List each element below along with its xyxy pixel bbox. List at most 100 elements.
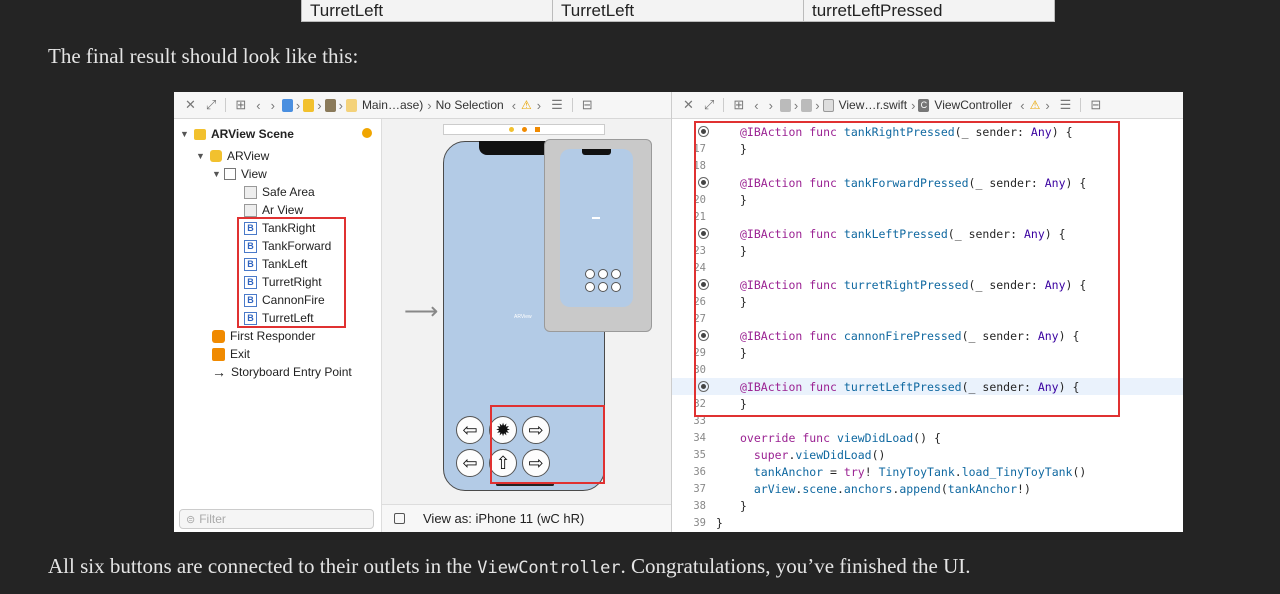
breadcrumb-class[interactable]: ViewController: [934, 98, 1012, 112]
line-number: 35: [693, 448, 706, 461]
sidebar-toggle-icon[interactable]: [394, 513, 405, 524]
swift-file-icon: [822, 98, 834, 112]
preview-label: [592, 217, 600, 219]
paragraph-text: All six buttons are connected to their o…: [48, 554, 478, 578]
outline-item-scene[interactable]: ▼ ARView Scene: [180, 125, 294, 143]
disclosure-triangle-icon[interactable]: ▼: [212, 169, 224, 179]
dock-view-controller-icon[interactable]: [508, 127, 514, 132]
split-editor-icon[interactable]: ⊟: [582, 97, 593, 113]
outline-item-entry-point[interactable]: → Storyboard Entry Point: [212, 363, 352, 381]
exit-icon: [212, 347, 225, 361]
preview-notch: [582, 149, 611, 155]
chevron-right-icon[interactable]: ›: [769, 98, 773, 113]
chevron-left-icon[interactable]: ‹: [754, 98, 758, 113]
highlight-box-actions: [694, 121, 1120, 417]
close-icon[interactable]: ✕: [185, 97, 196, 113]
outline-item-label: Ar View: [262, 203, 304, 217]
highlight-box-buttons: [237, 217, 346, 328]
outline-item-safe-area[interactable]: Safe Area: [244, 183, 315, 201]
minimap-icon[interactable]: ☰: [551, 97, 563, 113]
outline-item-first-responder[interactable]: First Responder: [212, 327, 315, 345]
preview-phone: [560, 149, 633, 307]
outline-item-label: View: [241, 167, 267, 181]
outline-item-view[interactable]: ▼ View: [212, 165, 267, 183]
minimap-icon[interactable]: ☰: [1060, 97, 1072, 113]
breadcrumb-selection[interactable]: No Selection: [436, 98, 504, 112]
chevron-left-icon[interactable]: ‹: [256, 98, 260, 113]
breadcrumb-file[interactable]: View…r.swift: [839, 98, 907, 112]
chevron-right-icon[interactable]: ›: [537, 98, 541, 113]
code-line[interactable]: 35 super.viewDidLoad(): [672, 446, 1183, 463]
grid-icon[interactable]: ⊞: [235, 97, 246, 113]
chevron-left-icon[interactable]: ‹: [1020, 98, 1024, 113]
outline-item-label: Safe Area: [262, 185, 315, 199]
scene-dock[interactable]: [443, 124, 605, 135]
paragraph-intro: The final result should look like this:: [48, 44, 359, 68]
ar-view-icon: [244, 203, 257, 217]
inline-code: ViewController: [477, 558, 621, 578]
arrow-right-icon: →: [212, 364, 226, 380]
filter-placeholder: Filter: [199, 512, 226, 526]
paragraph-text: . Congratulations, you’ve finished the U…: [620, 554, 971, 578]
code-text: }: [716, 515, 723, 530]
outline-item-label: ARView Scene: [211, 127, 294, 141]
outline-item-label: First Responder: [230, 329, 316, 343]
warning-icon[interactable]: ⚠: [521, 98, 532, 112]
disclosure-triangle-icon[interactable]: ▼: [196, 151, 208, 161]
preview-buttons: [585, 269, 621, 292]
warning-icon[interactable]: ⚠: [1030, 98, 1041, 112]
line-number: 39: [693, 516, 706, 529]
line-number: 36: [693, 465, 706, 478]
highlight-box-phone-buttons: [490, 405, 605, 484]
filter-icon: ⊜: [186, 513, 196, 526]
first-responder-icon: [212, 329, 225, 343]
class-icon: C: [918, 98, 930, 112]
close-icon[interactable]: ✕: [683, 97, 694, 113]
storyboard-toolbar: ✕ ⤢ ⊞ ‹ › › › › Main…ase) › No Selection…: [174, 92, 671, 119]
entry-arrow-icon: ⟶: [404, 298, 439, 325]
code-line[interactable]: 39}: [672, 514, 1183, 531]
tank-left-button[interactable]: ⇦: [456, 449, 484, 477]
split-editor-icon[interactable]: ⊟: [1090, 97, 1101, 113]
line-number: 34: [693, 431, 706, 444]
line-number: 37: [693, 482, 706, 495]
view-as-label[interactable]: View as: iPhone 11 (wC hR): [423, 511, 584, 526]
preview-thumbnail[interactable]: [544, 139, 652, 332]
safe-area-icon: [244, 185, 257, 199]
breadcrumb-file[interactable]: Main…ase): [362, 98, 423, 112]
chevron-right-icon[interactable]: ›: [1045, 98, 1049, 113]
dock-exit-icon[interactable]: [534, 127, 540, 132]
folder-icon: [801, 98, 813, 112]
xcode-screenshot: ✕ ⤢ ⊞ ‹ › › › › Main…ase) › No Selection…: [174, 92, 1183, 532]
storyboard-canvas[interactable]: ⟶ ARView ⇦ ✹ ⇨ ⇦ ⇧ ⇨ View as: iPhone 11 …: [382, 119, 671, 532]
document-outline: ▼ ARView Scene ▼ ARView ▼ View Safe Area…: [174, 119, 382, 532]
view-controller-icon: [210, 150, 222, 162]
outline-item-exit[interactable]: Exit: [212, 345, 250, 363]
code-line[interactable]: 38}: [672, 497, 1183, 514]
outline-item-label: Exit: [230, 347, 251, 361]
code-line[interactable]: 36 tankAnchor = try! TinyToyTank.load_Ti…: [672, 463, 1183, 480]
code-text: arView.scene.anchors.append(tankAnchor!): [753, 481, 1031, 496]
canvas-status-bar: View as: iPhone 11 (wC hR): [382, 504, 671, 532]
filter-input[interactable]: ⊜ Filter: [179, 509, 374, 529]
scene-icon: [194, 128, 206, 140]
code-line[interactable]: 34 override func viewDidLoad() {: [672, 429, 1183, 446]
turret-left-button[interactable]: ⇦: [456, 416, 484, 444]
code-line[interactable]: 37 arView.scene.anchors.append(tankAncho…: [672, 480, 1183, 497]
code-toolbar: ✕ ⤢ ⊞ ‹ › › › View…r.swift › C ViewContr…: [672, 92, 1183, 119]
expand-icon[interactable]: ⤢: [704, 97, 714, 113]
group-icon: [324, 98, 336, 112]
chevron-left-icon[interactable]: ‹: [512, 98, 516, 113]
disclosure-triangle-icon[interactable]: ▼: [180, 129, 192, 139]
outline-item-arview[interactable]: ▼ ARView: [196, 147, 269, 165]
code-text: super.viewDidLoad(): [753, 447, 886, 462]
storyboard-file-icon: [345, 98, 357, 112]
table-cell: TurretLeft: [553, 0, 804, 21]
grid-icon[interactable]: ⊞: [733, 97, 744, 113]
expand-icon[interactable]: ⤢: [206, 97, 216, 113]
dock-first-responder-icon[interactable]: [521, 127, 527, 132]
project-icon: [779, 98, 791, 112]
chevron-right-icon[interactable]: ›: [271, 98, 275, 113]
view-icon: [224, 168, 236, 180]
table-cell: turretLeftPressed: [812, 1, 943, 20]
